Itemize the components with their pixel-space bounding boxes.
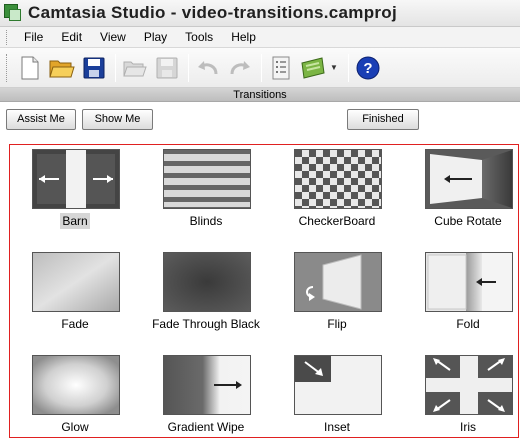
- svg-text:?: ?: [363, 60, 372, 77]
- menu-edit[interactable]: Edit: [52, 30, 91, 44]
- transition-label: Fold: [456, 317, 480, 331]
- assist-me-button[interactable]: Assist Me: [6, 109, 76, 130]
- menu-view[interactable]: View: [91, 30, 135, 44]
- transition-label: Barn: [20, 213, 130, 229]
- transition-checkerboard[interactable]: CheckerBoard: [282, 145, 392, 233]
- transition-barn[interactable]: Barn: [20, 145, 130, 233]
- transition-label: Glow: [61, 420, 89, 434]
- flip-thumbnail: [294, 252, 382, 312]
- transition-blinds[interactable]: Blinds: [151, 145, 261, 233]
- transition-iris[interactable]: Iris: [413, 351, 518, 437]
- window-title: Camtasia Studio - video-transitions.camp…: [28, 3, 398, 22]
- transition-fade[interactable]: Fade: [20, 248, 130, 336]
- transition-flip[interactable]: Flip: [282, 248, 392, 336]
- barn-label: Barn: [60, 213, 90, 229]
- barn-thumbnail: [32, 149, 120, 209]
- transition-fold[interactable]: Fold: [413, 248, 518, 336]
- show-me-button[interactable]: Show Me: [82, 109, 153, 130]
- redo-icon: [225, 53, 255, 83]
- toolbar-separator: [348, 53, 349, 82]
- toolbar: ▼ ?: [0, 48, 520, 88]
- save-icon[interactable]: [79, 53, 109, 83]
- cube-rotate-thumbnail: [425, 149, 513, 209]
- transition-label: CheckerBoard: [298, 214, 376, 228]
- transitions-section-header: Transitions: [0, 88, 520, 102]
- transition-inset[interactable]: Inset: [282, 351, 392, 437]
- toolbar-separator: [115, 53, 116, 82]
- camtasia-app-icon: [4, 4, 22, 22]
- menu-file[interactable]: File: [15, 30, 52, 44]
- toolbar-separator: [188, 53, 189, 82]
- disabled-save-icon: [152, 53, 182, 83]
- glow-thumbnail: [32, 355, 120, 415]
- transition-label: Flip: [327, 317, 347, 331]
- menubar-grip: [6, 29, 9, 45]
- toolbar-separator: [261, 53, 262, 82]
- transition-label: Gradient Wipe: [167, 420, 245, 434]
- disabled-open-icon: [120, 53, 150, 83]
- toolbar-grip: [6, 53, 9, 82]
- produce-icon[interactable]: [298, 53, 328, 83]
- gradient-wipe-thumbnail: [163, 355, 251, 415]
- fade-thumbnail: [32, 252, 120, 312]
- help-icon[interactable]: ?: [353, 53, 383, 83]
- transition-gradient-wipe[interactable]: Gradient Wipe: [151, 351, 261, 437]
- menu-bar: File Edit View Play Tools Help: [0, 27, 520, 48]
- transition-label: Fade Through Black: [152, 317, 260, 331]
- checkerboard-thumbnail: [294, 149, 382, 209]
- transitions-panel: Barn Blinds CheckerBoard Cube Rotate Fad…: [9, 144, 519, 438]
- fold-thumbnail: [425, 252, 513, 312]
- properties-icon[interactable]: [266, 53, 296, 83]
- finished-button[interactable]: Finished: [347, 109, 419, 130]
- fade-through-black-thumbnail: [163, 252, 251, 312]
- new-document-icon[interactable]: [15, 53, 45, 83]
- undo-icon: [193, 53, 223, 83]
- transition-label: Iris: [460, 420, 476, 434]
- blinds-thumbnail: [163, 149, 251, 209]
- produce-dropdown-icon[interactable]: ▼: [330, 53, 338, 83]
- transition-label: Fade: [61, 317, 89, 331]
- transition-cube-rotate[interactable]: Cube Rotate: [413, 145, 518, 233]
- title-bar: Camtasia Studio - video-transitions.camp…: [0, 0, 520, 27]
- menu-play[interactable]: Play: [135, 30, 176, 44]
- menu-tools[interactable]: Tools: [176, 30, 222, 44]
- open-folder-icon[interactable]: [47, 53, 77, 83]
- menu-help[interactable]: Help: [222, 30, 265, 44]
- transition-fade-through-black[interactable]: Fade Through Black: [151, 248, 261, 336]
- transition-label: Inset: [323, 420, 350, 434]
- transition-label: Cube Rotate: [434, 214, 502, 228]
- transition-glow[interactable]: Glow: [20, 351, 130, 437]
- transition-label: Blinds: [189, 214, 223, 228]
- inset-thumbnail: [294, 355, 382, 415]
- iris-thumbnail: [425, 355, 513, 415]
